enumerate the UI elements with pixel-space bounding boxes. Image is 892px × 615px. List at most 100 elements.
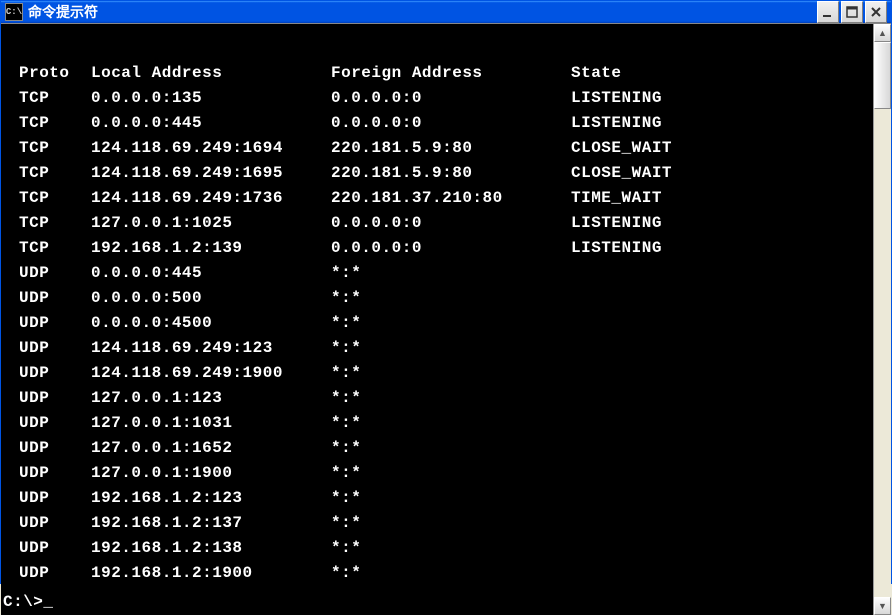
table-row: UDP0.0.0.0:500*:*	[19, 286, 873, 311]
foreign-address-cell: *:*	[331, 561, 571, 586]
table-row: UDP124.118.69.249:1900*:*	[19, 361, 873, 386]
local-address-cell: 124.118.69.249:123	[91, 336, 331, 361]
state-cell	[571, 261, 873, 286]
window-controls	[817, 1, 887, 23]
local-address-cell: 124.118.69.249:1694	[91, 136, 331, 161]
local-address-cell: 127.0.0.1:1900	[91, 461, 331, 486]
state-cell	[571, 561, 873, 586]
foreign-address-cell: *:*	[331, 411, 571, 436]
foreign-address-cell: 220.181.5.9:80	[331, 136, 571, 161]
proto-cell: TCP	[19, 211, 91, 236]
state-cell: LISTENING	[571, 111, 873, 136]
blank-line	[19, 36, 873, 61]
foreign-address-cell: *:*	[331, 311, 571, 336]
foreign-address-cell: 0.0.0.0:0	[331, 111, 571, 136]
state-cell: LISTENING	[571, 211, 873, 236]
foreign-address-cell: *:*	[331, 511, 571, 536]
local-address-cell: 0.0.0.0:445	[91, 261, 331, 286]
state-cell	[571, 536, 873, 561]
proto-cell: TCP	[19, 161, 91, 186]
table-row: TCP124.118.69.249:1695220.181.5.9:80CLOS…	[19, 161, 873, 186]
table-row: UDP127.0.0.1:1900*:*	[19, 461, 873, 486]
foreign-address-cell: 220.181.37.210:80	[331, 186, 571, 211]
proto-cell: TCP	[19, 111, 91, 136]
table-row: UDP127.0.0.1:123*:*	[19, 386, 873, 411]
proto-cell: TCP	[19, 186, 91, 211]
local-address-cell: 127.0.0.1:1025	[91, 211, 331, 236]
vertical-scrollbar[interactable]: ▲ ▼	[873, 24, 891, 615]
state-cell	[571, 286, 873, 311]
proto-cell: UDP	[19, 511, 91, 536]
table-row: TCP0.0.0.0:1350.0.0.0:0LISTENING	[19, 86, 873, 111]
proto-cell: TCP	[19, 236, 91, 261]
close-button[interactable]	[865, 1, 887, 23]
foreign-address-cell: Foreign Address	[331, 61, 571, 86]
local-address-cell: 127.0.0.1:1652	[91, 436, 331, 461]
state-cell	[571, 361, 873, 386]
proto-cell: UDP	[19, 536, 91, 561]
proto-cell: UDP	[19, 386, 91, 411]
table-row: UDP192.168.1.2:1900*:*	[19, 561, 873, 586]
state-cell	[571, 411, 873, 436]
local-address-cell: 192.168.1.2:1900	[91, 561, 331, 586]
minimize-button[interactable]	[817, 1, 839, 23]
proto-cell: UDP	[19, 336, 91, 361]
scroll-up-button[interactable]: ▲	[874, 24, 891, 42]
foreign-address-cell: *:*	[331, 386, 571, 411]
state-cell	[571, 486, 873, 511]
table-row: UDP127.0.0.1:1652*:*	[19, 436, 873, 461]
scroll-down-button[interactable]: ▼	[874, 597, 891, 615]
state-cell: CLOSE_WAIT	[571, 161, 873, 186]
proto-cell: Proto	[19, 61, 91, 86]
state-cell	[571, 436, 873, 461]
foreign-address-cell: *:*	[331, 486, 571, 511]
table-row: UDP124.118.69.249:123*:*	[19, 336, 873, 361]
titlebar[interactable]: C:\ 命令提示符	[1, 1, 891, 23]
table-row: UDP0.0.0.0:4500*:*	[19, 311, 873, 336]
foreign-address-cell: *:*	[331, 436, 571, 461]
command-prompt-window: C:\ 命令提示符 ProtoLocal AddressForeign Addr…	[0, 0, 892, 584]
local-address-cell: 124.118.69.249:1736	[91, 186, 331, 211]
state-cell: LISTENING	[571, 86, 873, 111]
table-header: ProtoLocal AddressForeign AddressState	[19, 61, 873, 86]
console-output[interactable]: ProtoLocal AddressForeign AddressStateTC…	[1, 24, 873, 615]
table-row: TCP192.168.1.2:1390.0.0.0:0LISTENING	[19, 236, 873, 261]
proto-cell: TCP	[19, 136, 91, 161]
command-prompt[interactable]: C:\>_	[1, 590, 873, 615]
local-address-cell: 127.0.0.1:1031	[91, 411, 331, 436]
local-address-cell: 124.118.69.249:1695	[91, 161, 331, 186]
state-cell: LISTENING	[571, 236, 873, 261]
foreign-address-cell: *:*	[331, 286, 571, 311]
foreign-address-cell: 0.0.0.0:0	[331, 236, 571, 261]
table-row: TCP0.0.0.0:4450.0.0.0:0LISTENING	[19, 111, 873, 136]
proto-cell: UDP	[19, 436, 91, 461]
foreign-address-cell: 220.181.5.9:80	[331, 161, 571, 186]
state-cell	[571, 511, 873, 536]
window-title: 命令提示符	[28, 2, 817, 22]
app-icon: C:\	[5, 3, 23, 21]
proto-cell: UDP	[19, 561, 91, 586]
scroll-track[interactable]	[874, 42, 891, 597]
table-row: TCP124.118.69.249:1736220.181.37.210:80T…	[19, 186, 873, 211]
proto-cell: UDP	[19, 461, 91, 486]
maximize-button[interactable]	[841, 1, 863, 23]
local-address-cell: 0.0.0.0:135	[91, 86, 331, 111]
foreign-address-cell: *:*	[331, 461, 571, 486]
state-cell	[571, 336, 873, 361]
table-row: UDP192.168.1.2:138*:*	[19, 536, 873, 561]
state-cell: State	[571, 61, 873, 86]
proto-cell: UDP	[19, 286, 91, 311]
state-cell	[571, 386, 873, 411]
local-address-cell: 0.0.0.0:445	[91, 111, 331, 136]
local-address-cell: 0.0.0.0:500	[91, 286, 331, 311]
foreign-address-cell: *:*	[331, 361, 571, 386]
state-cell	[571, 461, 873, 486]
scroll-thumb[interactable]	[874, 42, 891, 109]
state-cell: CLOSE_WAIT	[571, 136, 873, 161]
table-row: UDP192.168.1.2:137*:*	[19, 511, 873, 536]
proto-cell: UDP	[19, 311, 91, 336]
foreign-address-cell: *:*	[331, 261, 571, 286]
foreign-address-cell: 0.0.0.0:0	[331, 211, 571, 236]
proto-cell: UDP	[19, 486, 91, 511]
local-address-cell: 0.0.0.0:4500	[91, 311, 331, 336]
